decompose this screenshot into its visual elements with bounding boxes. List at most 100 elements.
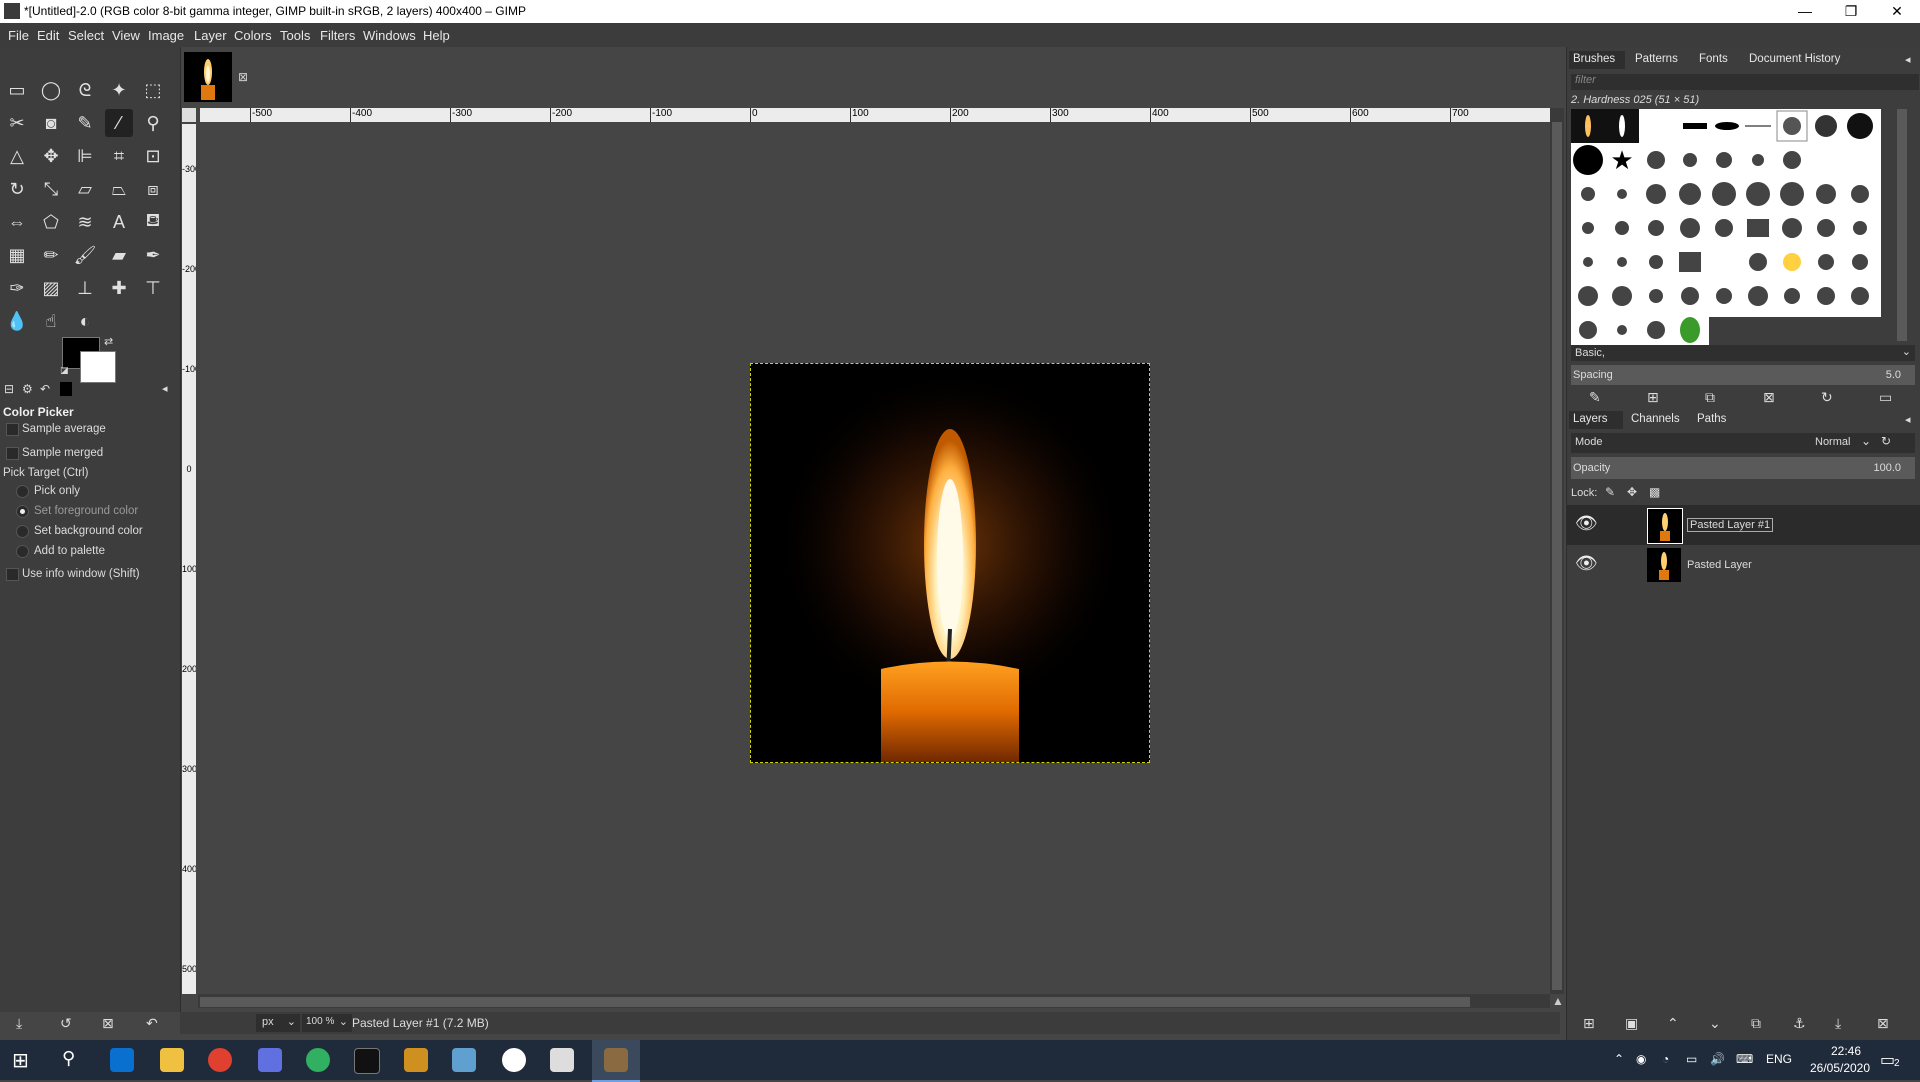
- panel-menu-icon[interactable]: ◂: [1905, 413, 1911, 426]
- new-layer-icon[interactable]: ⊞: [1583, 1015, 1595, 1032]
- paintbrush-icon[interactable]: 🖌: [71, 241, 99, 269]
- discord-tray-icon[interactable]: ◉: [1636, 1052, 1646, 1066]
- reset-options-icon[interactable]: ↶: [146, 1015, 158, 1032]
- foreground-select-icon[interactable]: ◙: [37, 109, 65, 137]
- layer-row[interactable]: 👁 Pasted Layer #1: [1567, 505, 1920, 545]
- ink-icon[interactable]: ✑: [3, 274, 31, 302]
- tab-fonts[interactable]: Fonts: [1699, 53, 1728, 65]
- sample-average-checkbox[interactable]: [6, 423, 19, 436]
- anchor-layer-icon[interactable]: ⚓: [1793, 1015, 1806, 1032]
- search-icon[interactable]: ⚲: [62, 1048, 75, 1069]
- menu-help[interactable]: Help: [423, 28, 450, 43]
- heal-icon[interactable]: ✚: [105, 274, 133, 302]
- discord-icon[interactable]: [258, 1048, 282, 1072]
- mail-icon[interactable]: [110, 1048, 134, 1072]
- device-status-tab-icon[interactable]: ⚙: [22, 382, 33, 396]
- open-brush-folder-icon[interactable]: ▭: [1879, 389, 1892, 406]
- menu-tools[interactable]: Tools: [280, 28, 310, 43]
- vertical-ruler[interactable]: -300 -200 -100 0 100 200 300 400 500: [182, 124, 196, 994]
- menu-edit[interactable]: Edit: [37, 28, 59, 43]
- ruler-corner[interactable]: [182, 108, 196, 122]
- rect-select-icon[interactable]: ▭: [3, 76, 31, 104]
- move-icon[interactable]: ✥: [37, 142, 65, 170]
- terminal-icon[interactable]: [354, 1048, 380, 1074]
- menu-file[interactable]: File: [8, 28, 29, 43]
- clone-icon[interactable]: ⊥: [71, 274, 99, 302]
- menu-windows[interactable]: Windows: [363, 28, 416, 43]
- lasso-icon[interactable]: ᘓ: [71, 76, 99, 104]
- align-icon[interactable]: ⊫: [71, 142, 99, 170]
- set-background-radio[interactable]: [16, 525, 29, 538]
- brush-filter-input[interactable]: filter: [1571, 74, 1919, 90]
- pick-only-radio[interactable]: [16, 485, 29, 498]
- candle-image[interactable]: [750, 363, 1150, 763]
- close-image-tab-icon[interactable]: ⊠: [238, 70, 248, 84]
- add-to-palette-radio[interactable]: [16, 545, 29, 558]
- save-options-icon[interactable]: ⤓: [16, 1015, 22, 1032]
- language-indicator[interactable]: ENG: [1766, 1052, 1792, 1066]
- gradient-icon[interactable]: ▦: [3, 241, 31, 269]
- raise-layer-icon[interactable]: ⌃: [1667, 1015, 1679, 1032]
- tab-patterns[interactable]: Patterns: [1635, 53, 1678, 65]
- navigate-icon[interactable]: ▲: [1552, 994, 1564, 1008]
- perspective-icon[interactable]: ⏢: [105, 175, 133, 203]
- measure-icon[interactable]: △: [3, 142, 31, 170]
- keyboard-icon[interactable]: ⌨: [1736, 1052, 1753, 1066]
- panel-menu-icon[interactable]: ◂: [162, 382, 168, 395]
- spacing-spinner[interactable]: Spacing 5.0: [1571, 365, 1915, 385]
- duplicate-brush-icon[interactable]: ⧉: [1705, 389, 1715, 406]
- menu-colors[interactable]: Colors: [234, 28, 272, 43]
- merge-layer-icon[interactable]: ⤓: [1835, 1015, 1841, 1032]
- eraser-icon[interactable]: ▰: [105, 241, 133, 269]
- cage-transform-icon[interactable]: ⬠: [37, 208, 65, 236]
- image-tab-thumbnail[interactable]: [184, 52, 232, 102]
- menu-filters[interactable]: Filters: [320, 28, 355, 43]
- lock-pixels-icon[interactable]: ✎: [1605, 485, 1615, 499]
- minimize-button[interactable]: —: [1782, 0, 1828, 23]
- crop-icon[interactable]: ⌗: [105, 142, 133, 170]
- notes-icon[interactable]: [452, 1048, 476, 1072]
- layer-name[interactable]: Pasted Layer #1: [1687, 518, 1774, 532]
- tool-options-tab-icon[interactable]: ⊟: [4, 382, 14, 396]
- swap-colors-icon[interactable]: ⇄: [104, 335, 113, 348]
- color-picker-icon[interactable]: ⁄: [105, 109, 133, 137]
- shear-icon[interactable]: ▱: [71, 175, 99, 203]
- layer-mode-select[interactable]: Mode Normal ⌄ ↻: [1571, 433, 1915, 453]
- lower-layer-icon[interactable]: ⌄: [1709, 1015, 1721, 1032]
- undo-history-tab-icon[interactable]: ↶: [40, 382, 50, 396]
- scissors-icon[interactable]: ✂: [3, 109, 31, 137]
- delete-layer-icon[interactable]: ⊠: [1877, 1015, 1889, 1032]
- menu-view[interactable]: View: [112, 28, 140, 43]
- new-layer-group-icon[interactable]: ▣: [1625, 1015, 1638, 1032]
- refresh-brushes-icon[interactable]: ↻: [1821, 389, 1833, 406]
- 3d-transform-icon[interactable]: ⧈: [139, 175, 167, 203]
- unit-select[interactable]: px ⌄: [256, 1014, 300, 1032]
- notifications-icon[interactable]: ▭: [1880, 1050, 1895, 1070]
- blur-icon[interactable]: 💧: [3, 307, 31, 335]
- text-icon[interactable]: A: [105, 208, 133, 236]
- windows-start-icon[interactable]: ⊞: [12, 1048, 29, 1073]
- dodge-burn-icon[interactable]: ◐: [71, 307, 99, 335]
- pencil-icon[interactable]: ✏: [37, 241, 65, 269]
- unified-transform-icon[interactable]: ⊡: [139, 142, 167, 170]
- panel-menu-icon[interactable]: ◂: [1905, 53, 1911, 66]
- close-button[interactable]: ✕: [1874, 0, 1920, 23]
- file-explorer-icon[interactable]: [160, 1048, 184, 1072]
- sample-merged-checkbox[interactable]: [6, 447, 19, 460]
- layer-name[interactable]: Pasted Layer: [1687, 559, 1752, 571]
- layer-row[interactable]: 👁 Pasted Layer: [1567, 545, 1920, 585]
- delete-options-icon[interactable]: ⊠: [102, 1015, 114, 1032]
- horizontal-scrollbar[interactable]: [198, 994, 1550, 1008]
- brush-preset-select[interactable]: Basic, ⌄: [1571, 345, 1915, 361]
- opacity-spinner[interactable]: Opacity 100.0: [1571, 457, 1915, 479]
- background-color-swatch[interactable]: [80, 351, 116, 383]
- tab-paths[interactable]: Paths: [1697, 413, 1726, 425]
- bucket-fill-icon[interactable]: ⛾: [139, 208, 167, 236]
- fuzzy-select-icon[interactable]: ✦: [105, 76, 133, 104]
- app-icon[interactable]: [404, 1048, 428, 1072]
- battery-icon[interactable]: ▭: [1686, 1052, 1697, 1066]
- default-colors-icon[interactable]: ◪: [60, 365, 69, 376]
- restore-options-icon[interactable]: ↺: [60, 1015, 72, 1032]
- menu-image[interactable]: Image: [148, 28, 184, 43]
- set-foreground-radio[interactable]: [16, 505, 29, 518]
